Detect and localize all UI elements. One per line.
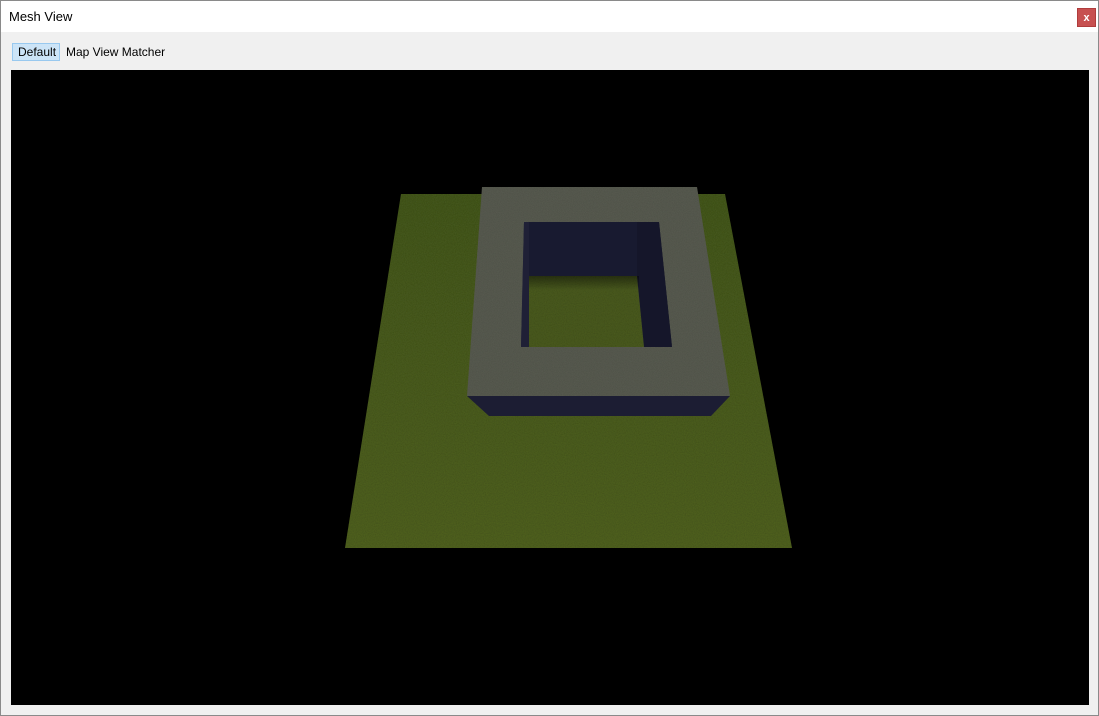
mesh-render bbox=[345, 187, 792, 548]
tab-bar: Default Map View Matcher bbox=[1, 32, 1098, 68]
tab-default[interactable]: Default bbox=[12, 43, 60, 61]
title-bar: Mesh View x bbox=[1, 1, 1098, 32]
window-title: Mesh View bbox=[9, 9, 73, 24]
mesh-view-window: Mesh View x Default Map View Matcher bbox=[0, 0, 1099, 716]
courtyard-shadow bbox=[529, 276, 639, 290]
3d-viewport[interactable] bbox=[11, 70, 1089, 705]
close-button[interactable]: x bbox=[1077, 8, 1096, 27]
tab-map-view-matcher[interactable]: Map View Matcher bbox=[61, 43, 170, 61]
wall-front-face bbox=[467, 396, 730, 416]
